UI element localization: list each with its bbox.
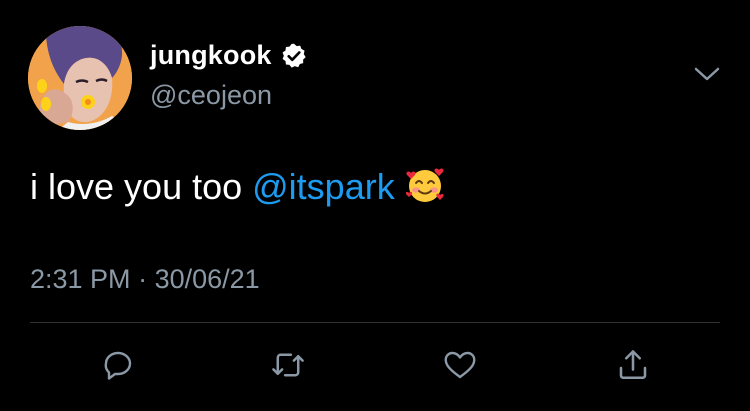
mention-link[interactable]: @itspark <box>252 166 395 207</box>
reply-icon <box>104 351 132 380</box>
retweet-button[interactable] <box>268 345 308 385</box>
avatar-image <box>28 26 132 130</box>
heart-icon <box>444 351 476 379</box>
verified-badge-icon <box>280 42 308 70</box>
like-button[interactable] <box>440 345 480 385</box>
tweet-text: i love you too @itspark <box>30 165 445 208</box>
share-icon <box>619 350 647 380</box>
author-name-row[interactable]: jungkook <box>150 40 308 71</box>
avatar[interactable] <box>28 26 132 130</box>
tweet-time[interactable]: 2:31 PM <box>30 264 131 294</box>
tweet-actions <box>0 345 750 389</box>
tweet-timestamp[interactable]: 2:31 PM · 30/06/21 <box>30 264 260 295</box>
divider <box>30 322 720 323</box>
retweet-icon <box>272 353 304 377</box>
meta-separator: · <box>130 264 155 294</box>
chevron-down-icon[interactable] <box>690 63 724 87</box>
user-handle[interactable]: @ceojeon <box>150 80 272 111</box>
display-name[interactable]: jungkook <box>150 40 272 71</box>
smiling-face-with-hearts-emoji <box>405 165 445 205</box>
reply-button[interactable] <box>98 345 138 385</box>
tweet-date[interactable]: 30/06/21 <box>155 264 260 294</box>
share-button[interactable] <box>613 345 653 385</box>
tweet-text-body: i love you too <box>30 166 253 207</box>
